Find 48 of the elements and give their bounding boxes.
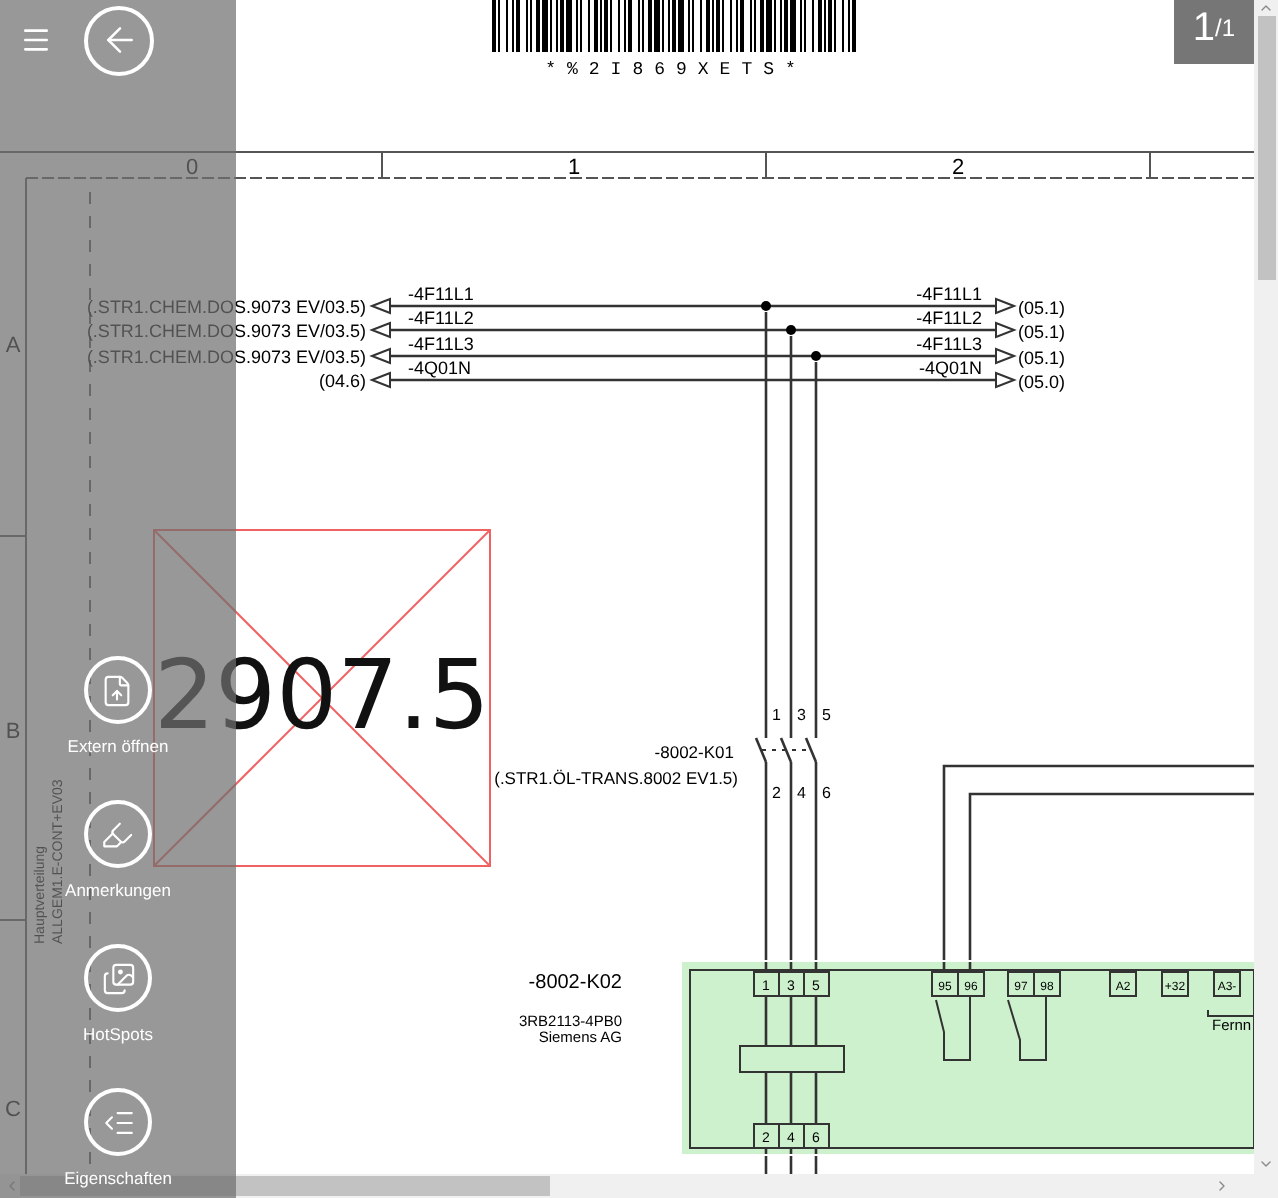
signal-source: (04.6) xyxy=(318,371,366,391)
row-letter: B xyxy=(5,720,21,744)
pin-number: 6 xyxy=(822,784,831,802)
back-button[interactable] xyxy=(84,5,154,75)
contactor-reference: (.STR1.ÖL-TRANS.8002 EV1.5) xyxy=(494,768,738,788)
sidebar-button[interactable]: HotSpots xyxy=(83,944,153,1048)
sidebar-button[interactable]: Anmerkungen xyxy=(65,800,171,904)
wire-label: -4F11L3 xyxy=(408,334,474,354)
scroll-right-icon[interactable] xyxy=(1214,1178,1230,1194)
list-icon xyxy=(84,1088,152,1156)
signal-target: (05.1) xyxy=(1018,322,1066,342)
wire-label: -4F11L2 xyxy=(408,308,474,328)
images-icon xyxy=(84,944,152,1012)
row-letter: A xyxy=(5,334,21,358)
wire-label: -4Q01N xyxy=(918,358,982,378)
junction-dot xyxy=(811,351,821,361)
contactor-drawing xyxy=(754,737,818,763)
page-total: /1 xyxy=(1215,16,1236,40)
pin-number: 2 xyxy=(772,784,781,802)
wire-label: -4Q01N xyxy=(408,358,472,378)
scroll-thumb[interactable] xyxy=(1257,16,1275,280)
column-number: 0 xyxy=(185,156,199,180)
pin-number: 5 xyxy=(822,706,831,724)
junction-dot xyxy=(761,301,771,311)
column-number: 2 xyxy=(951,156,965,180)
wire-label: -4F11L1 xyxy=(916,284,982,304)
relay-name: -8002-K02 xyxy=(528,972,622,994)
highlighter-icon xyxy=(83,800,152,868)
contactor-name: -8002-K01 xyxy=(654,742,734,762)
page-current: 1 xyxy=(1192,4,1216,52)
sidebar-button[interactable]: Eigenschaften xyxy=(64,1088,172,1192)
barcode-text: *%2I869XETS* xyxy=(545,60,807,80)
column-number: 1 xyxy=(567,156,581,180)
junction-dot xyxy=(786,325,796,335)
pin-number: 3 xyxy=(797,706,806,724)
signal-target: (05.1) xyxy=(1018,298,1066,318)
pin-number: 4 xyxy=(797,784,806,802)
row-letter: C xyxy=(5,1098,21,1122)
vertical-scrollbar[interactable] xyxy=(1254,0,1278,1174)
menu-icon xyxy=(20,24,52,56)
wire-label: -4F11L3 xyxy=(916,334,982,354)
pin-number: 1 xyxy=(772,706,781,724)
wire-label: -4F11L2 xyxy=(916,308,982,328)
signal-target: (05.1) xyxy=(1018,348,1066,368)
scroll-up-icon[interactable] xyxy=(1258,0,1274,16)
wire-label: -4F11L1 xyxy=(408,284,474,304)
scroll-down-icon[interactable] xyxy=(1258,1156,1274,1172)
signal-target: (05.0) xyxy=(1018,372,1066,392)
